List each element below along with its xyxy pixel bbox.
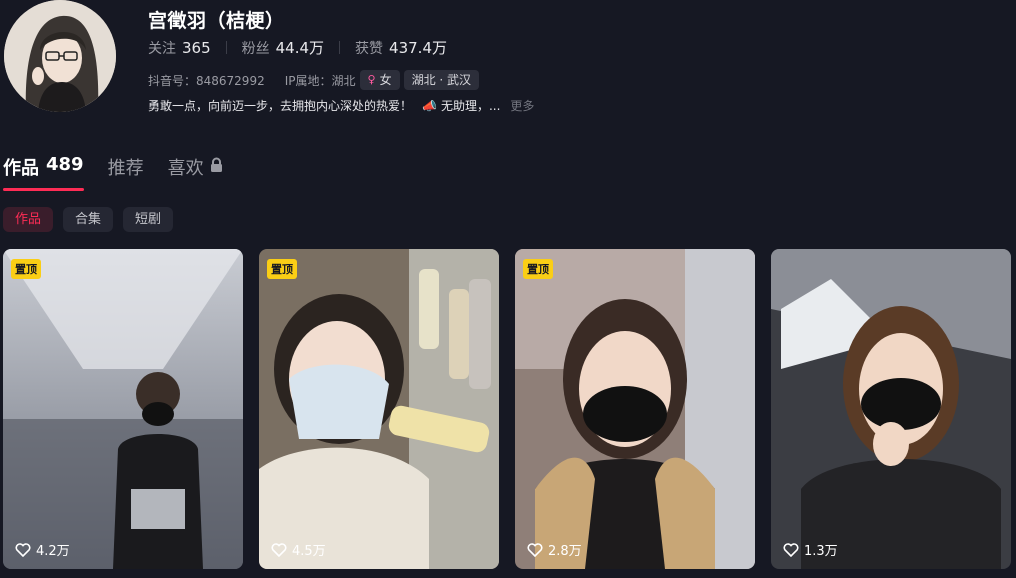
active-tab-indicator [3, 188, 84, 191]
female-icon: ♀ [367, 73, 376, 86]
heart-icon [783, 542, 799, 557]
avatar[interactable] [4, 0, 116, 112]
gender-tag: ♀ 女 [359, 70, 400, 90]
like-count-value: 4.5万 [292, 544, 326, 559]
likes-label: 获赞 [355, 40, 384, 57]
video-thumbnail [515, 249, 755, 569]
signature-extra: 无助理，... [440, 99, 501, 113]
following-label[interactable]: 关注 [148, 38, 176, 58]
subtab-works[interactable]: 作品 [3, 207, 54, 232]
like-count: 2.8万 [527, 540, 582, 559]
subtab-collections[interactable]: 合集 [63, 207, 114, 232]
gender-label: 女 [379, 73, 392, 87]
ip-location: IP属地：湖北 [284, 73, 356, 88]
tab-works-count: 489 [46, 154, 84, 175]
heart-icon [271, 542, 287, 557]
heart-icon [527, 542, 543, 557]
tab-works[interactable]: 作品 489 [3, 154, 84, 192]
video-card[interactable]: 置顶 2.8万 [515, 249, 755, 569]
likes-count: 437.4万 [389, 39, 447, 57]
douyin-id: 抖音号：848672992 [148, 73, 265, 88]
profile-meta: 抖音号：848672992 IP属地：湖北 ♀ 女 湖北 · 武汉 [148, 70, 480, 90]
profile-name: 宫徵羽（桔梗） [148, 10, 285, 32]
pinned-badge: 置顶 [523, 259, 553, 279]
stat-divider [339, 41, 341, 54]
signature: 勇敢一点，向前迈一步，去拥抱内心深处的热爱！ 📣 无助理，... 更多 [148, 97, 534, 114]
followers-count[interactable]: 44.4万 [276, 37, 324, 58]
video-thumbnail [259, 249, 499, 569]
video-thumbnail [771, 249, 1011, 569]
tab-likes[interactable]: 喜欢 [168, 154, 223, 192]
subtabs: 作品 合集 短剧 [3, 207, 183, 232]
tab-likes-label: 喜欢 [167, 158, 204, 179]
video-grid: 置顶 4.2万 置顶 4.5万 置顶 2.8万 1.3万 [3, 249, 1016, 569]
video-thumbnail [3, 249, 243, 569]
profile-tabs: 作品 489 推荐 喜欢 [3, 154, 247, 192]
like-count: 4.5万 [271, 540, 326, 559]
like-count: 4.2万 [15, 540, 70, 559]
following-count[interactable]: 365 [182, 39, 211, 57]
followers-label[interactable]: 粉丝 [242, 38, 270, 58]
subtab-short-dramas[interactable]: 短剧 [123, 207, 174, 232]
pinned-badge: 置顶 [11, 259, 41, 279]
tab-recommend-label: 推荐 [107, 158, 144, 179]
tab-works-label: 作品 [3, 158, 39, 179]
signature-text: 勇敢一点，向前迈一步，去拥抱内心深处的热爱！ [148, 99, 413, 113]
heart-icon [15, 542, 31, 557]
pinned-badge: 置顶 [267, 259, 297, 279]
like-count-value: 4.2万 [36, 544, 70, 559]
megaphone-icon: 📣 [422, 98, 437, 113]
profile-stats: 关注 365 粉丝 44.4万 获赞 437.4万 [148, 37, 447, 58]
like-count: 1.3万 [783, 540, 838, 559]
like-count-value: 2.8万 [548, 544, 582, 559]
tab-recommend[interactable]: 推荐 [108, 154, 144, 192]
more-button[interactable]: 更多 [510, 97, 534, 114]
like-count-value: 1.3万 [804, 544, 838, 559]
lock-icon [210, 157, 223, 192]
region-tag: 湖北 · 武汉 [403, 70, 480, 90]
video-card[interactable]: 置顶 4.2万 [3, 249, 243, 569]
stat-divider [225, 41, 227, 54]
video-card[interactable]: 置顶 4.5万 [259, 249, 499, 569]
video-card[interactable]: 1.3万 [771, 249, 1011, 569]
